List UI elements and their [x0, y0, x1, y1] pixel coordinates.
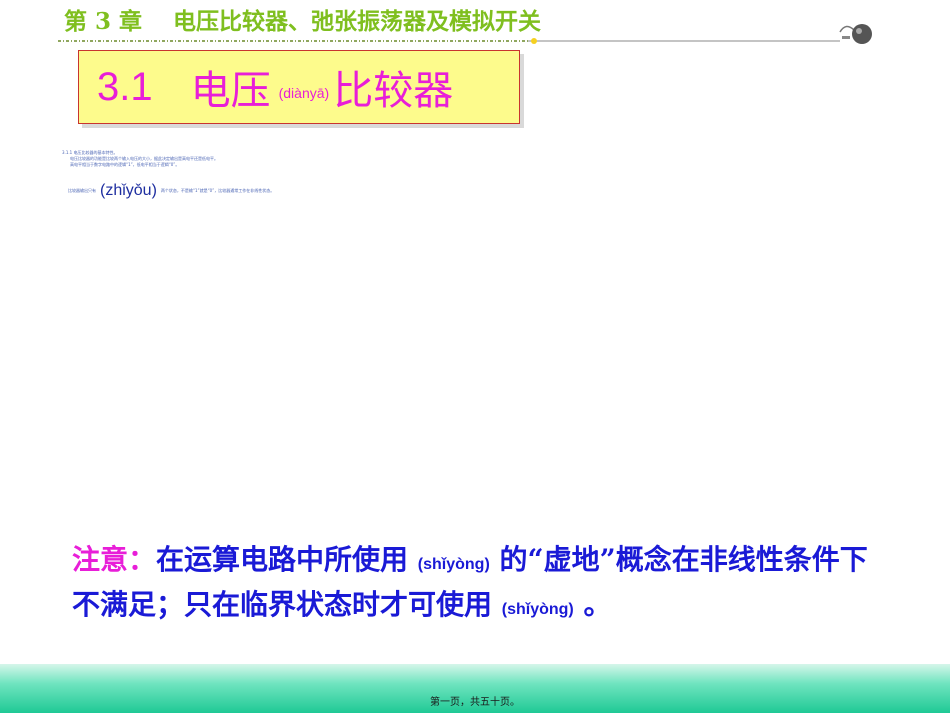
section-number: 3.1 [97, 64, 153, 109]
note-pinyin: (shǐyòng) [501, 601, 574, 618]
section-title-part2: 比较器 [333, 68, 454, 114]
note-text: 在运算电路中所使用 [156, 543, 409, 576]
header-rule [58, 38, 840, 44]
bell-ornament-icon [839, 24, 872, 44]
row-pinyin: (zhǐyǒu) [100, 182, 157, 199]
note-label: 注意： [72, 543, 157, 576]
small-text-prefix: 比较器输出只有 [68, 188, 96, 193]
note-paragraph: 注意：在运算电路中所使用 (shǐyòng) 的“虚地”概念在非线性条件下不满足… [72, 540, 872, 630]
small-body-text: 3.1.1 电压比较器的基本特性。 电压比较器的功能是比较两个输入电压的大小，据… [62, 150, 342, 168]
note-text: 。 [583, 588, 612, 621]
page-indicator: 第一页，共五十页。 [430, 697, 520, 708]
small-text-suffix: 两个状态，不是输“1”就是“0”，比较器通常工作在非线性状态。 [160, 188, 275, 193]
chapter-title: 第 3 章 电压比较器、弛张振荡器及模拟开关 [64, 8, 542, 35]
small-text-line: 高电平相当于数字电路中的逻辑“1”，低电平相当于逻辑“0”。 [70, 162, 180, 167]
small-text-row: 比较器输出只有 (zhǐyǒu) 两个状态，不是输“1”就是“0”，比较器通常工… [68, 180, 274, 202]
section-title-pinyin: (diànyā) [278, 85, 330, 101]
section-title-part1: 电压 [190, 68, 271, 114]
note-pinyin: (shǐyòng) [417, 556, 490, 573]
section-title-box: 3.1 电压 (diànyā) 比较器 [78, 50, 520, 124]
